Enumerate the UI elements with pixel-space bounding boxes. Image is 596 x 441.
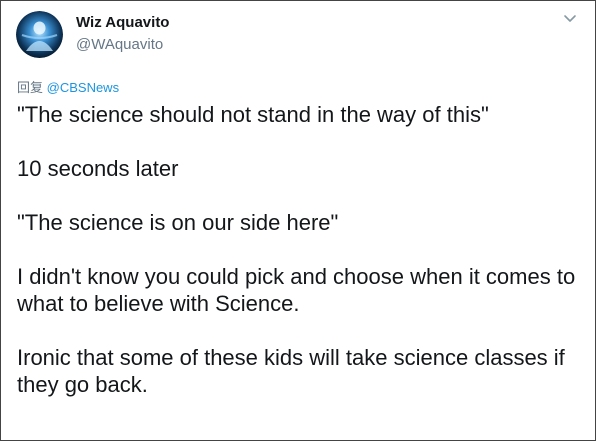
tweet-paragraph: "The science should not stand in the way… xyxy=(17,102,489,127)
tweet-text: "The science should not stand in the way… xyxy=(17,101,582,425)
tweet-card: Wiz Aquavito @WAquavito 回复 @CBSNews "The… xyxy=(0,0,596,441)
tweet-paragraph: I didn't know you could pick and choose … xyxy=(17,264,576,316)
reply-context: 回复 @CBSNews xyxy=(17,77,119,96)
author-name[interactable]: Wiz Aquavito xyxy=(76,14,169,31)
reply-label: 回复 xyxy=(17,81,44,96)
tweet-paragraph: 10 seconds later xyxy=(17,156,179,181)
chevron-down-icon[interactable] xyxy=(561,12,579,26)
author-handle[interactable]: @WAquavito xyxy=(76,36,163,53)
avatar[interactable] xyxy=(16,11,63,58)
tweet-paragraph: "The science is on our side here" xyxy=(17,210,339,235)
tweet-paragraph: Ironic that some of these kids will take… xyxy=(17,345,565,397)
reply-mention-link[interactable]: @CBSNews xyxy=(47,80,119,95)
